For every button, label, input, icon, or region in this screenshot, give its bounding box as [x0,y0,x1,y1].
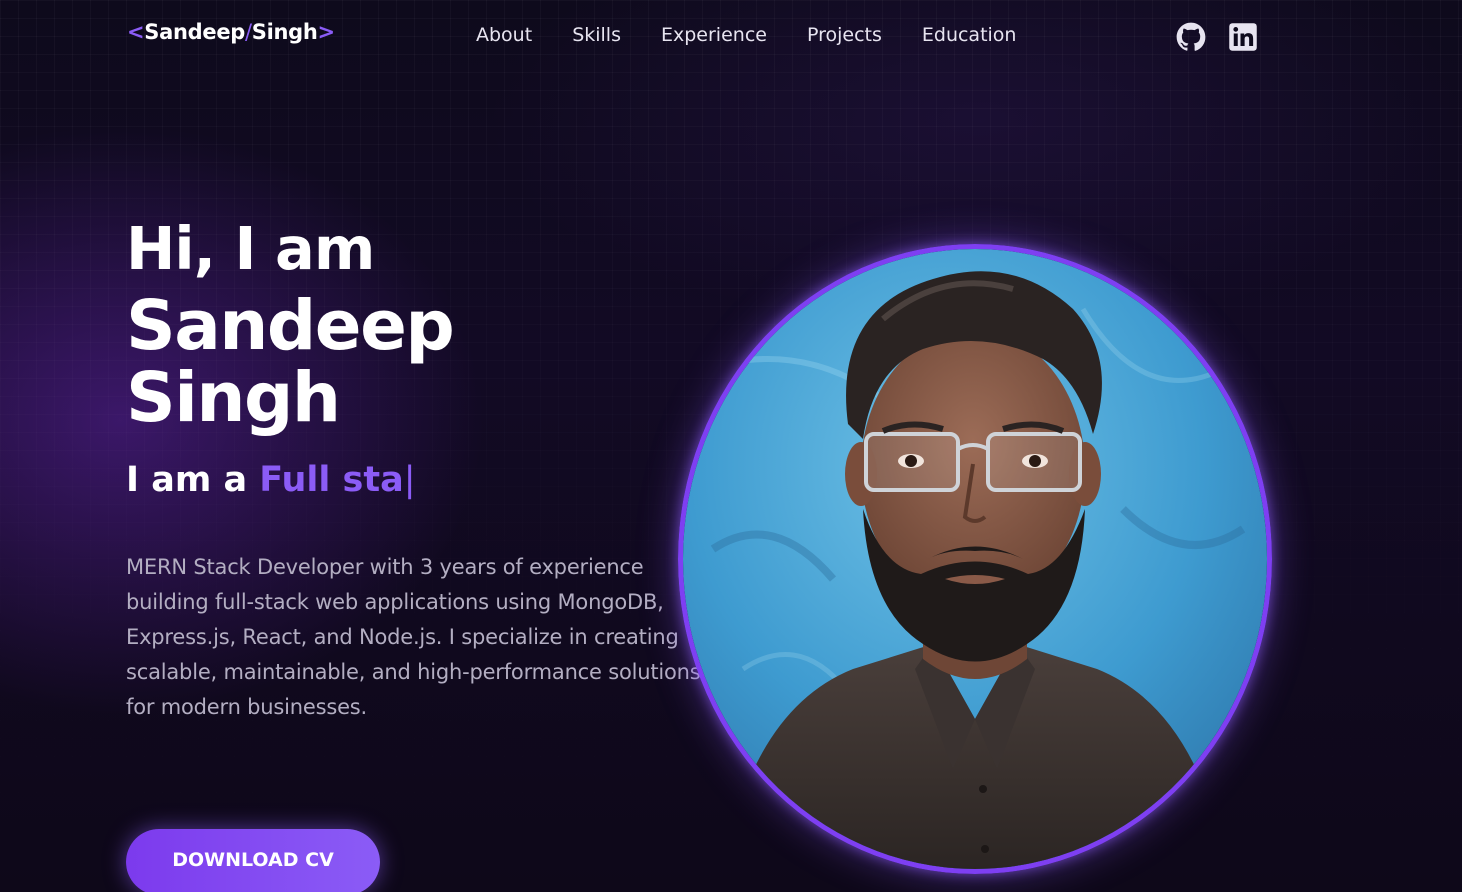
top-navbar: <Sandeep/Singh> About Skills Experience … [0,0,1462,74]
portfolio-page: <Sandeep/Singh> About Skills Experience … [0,0,1462,892]
site-logo[interactable]: <Sandeep/Singh> [127,20,335,44]
role-typed-text: Full sta [259,460,404,500]
role-prefix: I am a [126,460,260,500]
profile-photo [678,244,1272,874]
nav-link-education[interactable]: Education [922,24,1017,46]
download-cv-button[interactable]: DOWNLOAD CV [126,829,380,892]
typing-cursor: | [403,460,416,500]
nav-link-projects[interactable]: Projects [807,24,882,46]
profile-photo-illustration [683,249,1267,869]
nav-link-skills[interactable]: Skills [572,24,621,46]
logo-open-bracket: < [127,20,145,44]
hero-name: Sandeep Singh [126,286,455,438]
social-links [1176,22,1258,52]
nav-link-experience[interactable]: Experience [661,24,767,46]
logo-slash: / [245,20,252,44]
nav-links: About Skills Experience Projects Educati… [476,24,1016,46]
logo-close-bracket: > [317,20,336,44]
hero-role: I am a Full sta| [126,460,706,500]
nav-link-about[interactable]: About [476,24,532,46]
hero-greeting: Hi, I am [126,214,375,283]
hero-section: Hi, I am Sandeep Singh I am a Full sta| … [126,214,706,746]
logo-last-name: Singh [251,20,318,44]
hero-description: MERN Stack Developer with 3 years of exp… [126,555,701,719]
github-icon[interactable] [1176,22,1206,52]
linkedin-icon[interactable] [1228,22,1258,52]
logo-first-name: Sandeep [144,20,245,44]
